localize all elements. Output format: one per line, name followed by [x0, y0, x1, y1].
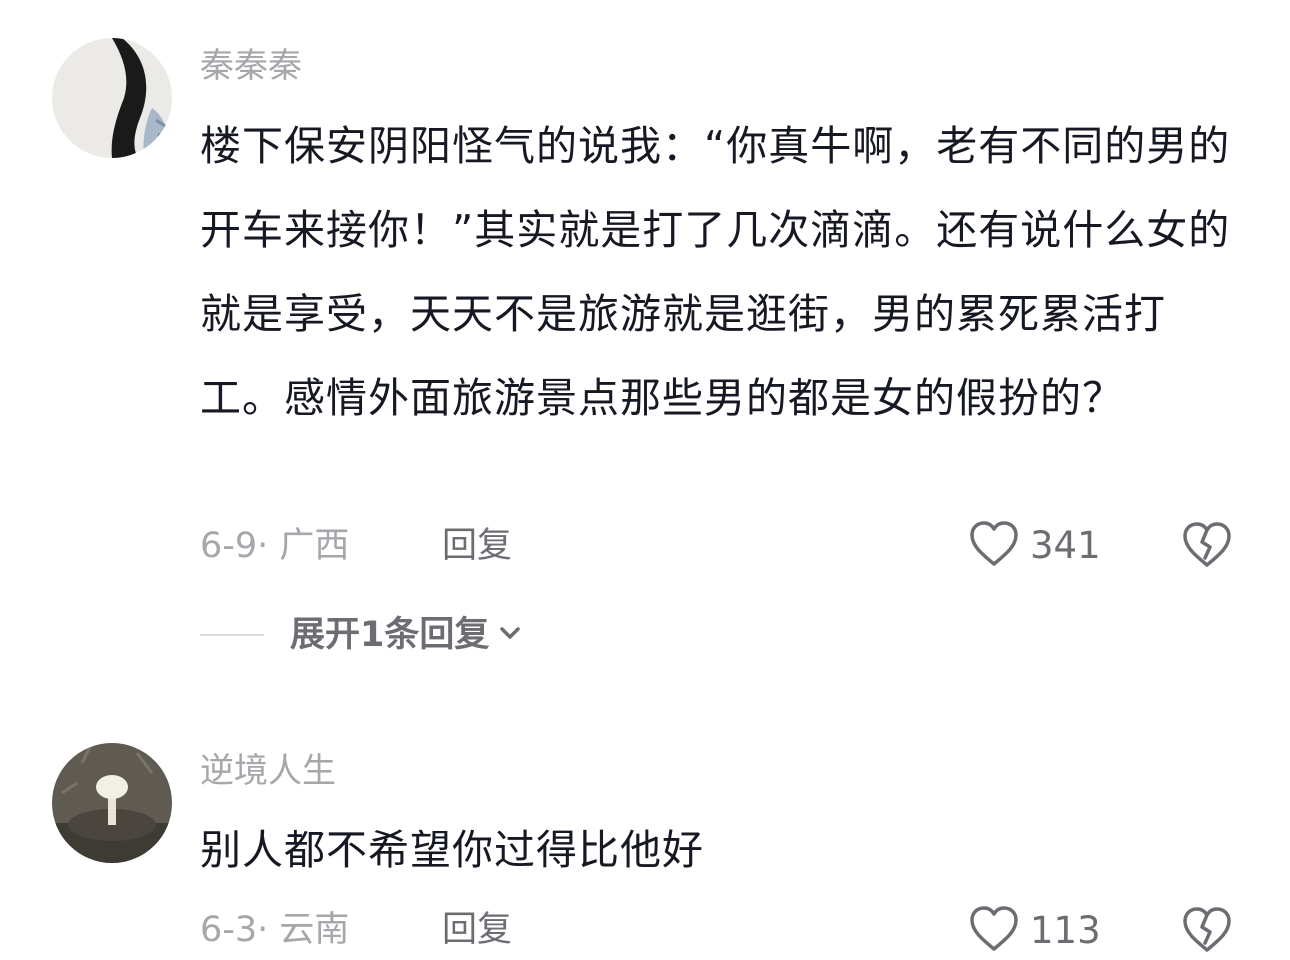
comment-username[interactable]: 逆境人生	[200, 749, 336, 793]
like-button[interactable]: 113	[968, 905, 1101, 957]
avatar[interactable]	[52, 38, 172, 158]
avatar-photo-girl-icon	[52, 38, 172, 158]
comment-date-region: 6-3· 云南	[200, 910, 350, 950]
comment-date-region: 6-9· 广西	[200, 526, 350, 566]
like-count: 341	[1030, 524, 1101, 567]
heart-outline-icon	[968, 520, 1020, 572]
expand-replies-button[interactable]: 展开1条回复	[200, 612, 523, 658]
like-button[interactable]: 341	[968, 520, 1101, 572]
comment-username[interactable]: 秦秦秦	[200, 44, 302, 88]
expand-replies-label: 展开1条回复	[290, 615, 490, 655]
broken-heart-icon	[1180, 907, 1234, 959]
heart-outline-icon	[968, 905, 1020, 957]
comment-text: 别人都不希望你过得比他好	[200, 826, 704, 874]
dislike-button[interactable]	[1180, 520, 1234, 574]
avatar[interactable]	[52, 743, 172, 863]
like-count: 113	[1030, 909, 1101, 952]
dislike-button[interactable]	[1180, 905, 1234, 959]
reply-button[interactable]: 回复	[442, 523, 512, 569]
broken-heart-icon	[1180, 522, 1234, 574]
comment-text: 楼下保安阴阳怪气的说我：“你真牛啊，老有不同的男的开车来接你！”其实就是打了几次…	[200, 122, 1231, 422]
chevron-down-icon	[497, 620, 523, 650]
reply-button[interactable]: 回复	[442, 907, 512, 953]
divider-line	[200, 634, 264, 636]
avatar-photo-mushroom-icon	[52, 743, 172, 863]
